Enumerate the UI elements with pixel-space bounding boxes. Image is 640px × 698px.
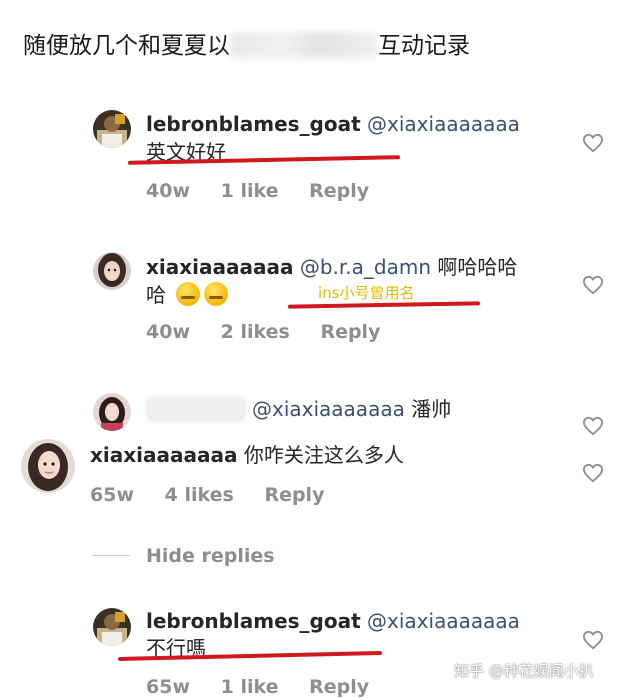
avatar[interactable] <box>21 439 75 493</box>
comment-time: 65w <box>90 484 134 506</box>
avatar[interactable] <box>93 110 131 148</box>
comment-meta: 40w 1 like Reply <box>146 180 393 202</box>
title-prefix: 随便放几个和夏夏以 <box>23 33 230 59</box>
comment-text: 潘帅 <box>411 397 452 421</box>
comment-likes[interactable]: 2 likes <box>221 321 290 343</box>
divider-line <box>92 555 130 556</box>
comment-mention[interactable]: @xiaxiaaaaaaa <box>367 112 520 136</box>
page-title: 随便放几个和夏夏以 互动记录 <box>23 26 470 60</box>
comment-text: 你咋关注这么多人 <box>243 443 404 467</box>
hide-replies-label: Hide replies <box>146 545 275 567</box>
annotation-text: ins小号曾用名 <box>318 284 415 302</box>
comment-body: lebronblames_goat @xiaxiaaaaaaa <box>146 607 520 635</box>
comment-text-continued: 哈 <box>146 283 166 307</box>
heart-icon[interactable] <box>582 275 604 295</box>
comment-username[interactable]: lebronblames_goat <box>146 112 361 136</box>
comment-text-line2: 哈 <box>146 281 229 309</box>
comment-username[interactable]: xiaxiaaaaaaa <box>146 255 293 279</box>
reply-button[interactable]: Reply <box>309 180 369 202</box>
comment-text: 啊哈哈哈 <box>437 255 518 279</box>
comment-body: @xiaxiaaaaaaa 潘帅 <box>146 395 451 423</box>
title-suffix: 互动记录 <box>378 33 470 59</box>
comment-time: 65w <box>146 676 190 698</box>
avatar[interactable] <box>93 252 131 290</box>
red-underline <box>287 301 481 309</box>
reply-button[interactable]: Reply <box>309 676 369 698</box>
heart-icon[interactable] <box>582 630 604 650</box>
comment-username[interactable]: lebronblames_goat <box>146 609 361 633</box>
zipper-mouth-emoji-icon <box>204 282 229 306</box>
comment-likes[interactable]: 1 like <box>221 676 279 698</box>
comment-likes[interactable]: 4 likes <box>165 484 234 506</box>
comment-meta: 40w 2 likes Reply <box>146 321 404 343</box>
blurred-username <box>146 396 246 422</box>
comment-mention[interactable]: @b.r.a_damn <box>300 255 431 279</box>
zipper-mouth-emoji-icon <box>176 282 201 306</box>
comment-likes[interactable]: 1 like <box>221 180 279 202</box>
reply-button[interactable]: Reply <box>264 484 324 506</box>
comment-meta: 65w 1 like Reply <box>146 676 393 698</box>
heart-icon[interactable] <box>582 133 604 153</box>
comment-time: 40w <box>146 180 190 202</box>
comment-body: xiaxiaaaaaaa @b.r.a_damn 啊哈哈哈 <box>146 253 517 281</box>
avatar[interactable] <box>93 608 131 646</box>
avatar[interactable] <box>93 393 131 431</box>
comment-mention[interactable]: @xiaxiaaaaaaa <box>252 397 405 421</box>
comment-mention[interactable]: @xiaxiaaaaaaa <box>367 609 520 633</box>
comment-time: 40w <box>146 321 190 343</box>
comment-username[interactable]: xiaxiaaaaaaa <box>90 443 237 467</box>
watermark: 知乎 @种花娱闻小扒 <box>454 662 594 680</box>
comment-body: lebronblames_goat @xiaxiaaaaaaa <box>146 110 520 138</box>
heart-icon[interactable] <box>582 463 604 483</box>
reply-button[interactable]: Reply <box>320 321 380 343</box>
comment-meta: 65w 4 likes Reply <box>90 484 348 506</box>
heart-icon[interactable] <box>582 416 604 436</box>
hide-replies-button[interactable]: Hide replies <box>92 545 275 567</box>
comment-body: xiaxiaaaaaaa 你咋关注这么多人 <box>90 441 404 469</box>
blurred-name <box>230 32 378 58</box>
